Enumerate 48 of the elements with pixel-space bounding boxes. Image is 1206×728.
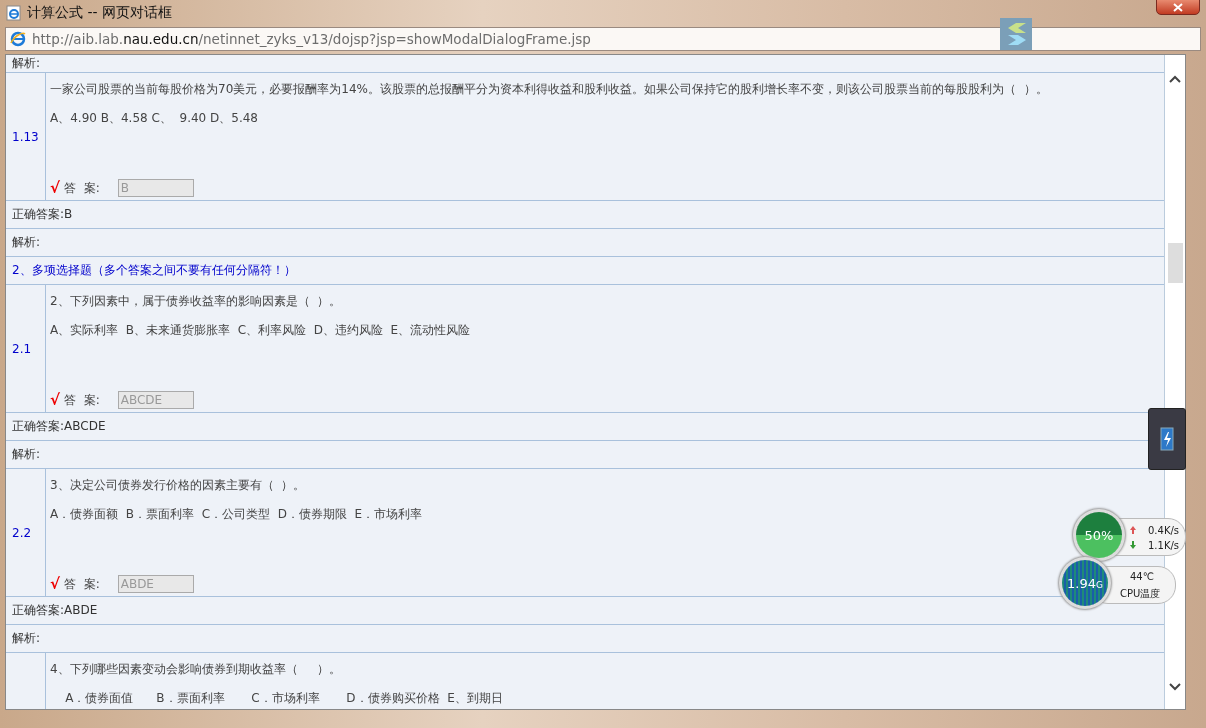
- options-text: A、4.90 B、4.58 C、 9.40 D、5.48: [50, 110, 259, 127]
- question-number: 1.13: [12, 129, 39, 144]
- question-text: 4、下列哪些因素变动会影响债券到期收益率（ ）。: [50, 661, 342, 678]
- analysis-label: 解析:: [12, 446, 41, 463]
- options-text: A、实际利率 B、未来通货膨胀率 C、利率风险 D、违约风险 E、流动性风险: [50, 322, 472, 339]
- question-text: 一家公司股票的当前每股价格为70美元，必要报酬率为14%。该股票的总报酬平分为资本利得收益和股利收益。如果公司保持它的股利增长率不变，则该公司股票当前的每股股利为（ ）。: [50, 81, 1049, 98]
- cpu-temperature: 44℃: [1130, 571, 1154, 582]
- answer-label: 答 案:: [64, 575, 100, 593]
- check-mark: √: [50, 575, 60, 593]
- close-icon: [1173, 2, 1183, 12]
- url-text: http://aib.lab.nau.edu.cn/netinnet_zyks_v13/dojsp?jsp=showModalDialogFrame.jsp: [32, 31, 591, 47]
- question-number: 2.1: [12, 341, 32, 356]
- memory-ball[interactable]: 1.94G: [1062, 560, 1108, 606]
- download-arrow-icon: [1130, 541, 1136, 549]
- memory-value: 1.94G: [1067, 575, 1103, 591]
- battery-charging-icon: [1160, 426, 1174, 452]
- options-text: A．债券面值 B．票面利率 C．市场利率 D．债券购买价格 E、到期日: [64, 690, 504, 707]
- browser-icon: [6, 5, 22, 21]
- answer-label: 答 案:: [64, 179, 100, 197]
- analysis-label: 解析:: [12, 630, 41, 647]
- correct-answer: 正确答案:ABDE: [12, 602, 98, 619]
- upload-arrow-icon: [1130, 526, 1136, 534]
- scroll-down-icon[interactable]: [1169, 683, 1181, 691]
- check-mark: √: [50, 179, 60, 197]
- address-bar[interactable]: http://aib.lab.nau.edu.cn/netinnet_zyks_v13/dojsp?jsp=showModalDialogFrame.jsp: [5, 27, 1201, 51]
- phone-battery-widget[interactable]: [1148, 408, 1186, 470]
- window-title: 计算公式 -- 网页对话框: [27, 4, 172, 22]
- analysis-label: 解析:: [12, 55, 41, 72]
- download-speed: 1.1K/s: [1148, 540, 1180, 551]
- cpu-temperature-label: CPU温度: [1120, 587, 1161, 601]
- usage-percent: 50%: [1084, 527, 1114, 543]
- correct-answer: 正确答案:ABCDE: [12, 418, 106, 435]
- section-heading: 2、多项选择题（多个答案之间不要有任何分隔符！）: [12, 262, 296, 279]
- correct-answer: 正确答案:B: [12, 206, 73, 223]
- browser-icon: [10, 31, 26, 47]
- network-usage-ball[interactable]: 50%: [1076, 512, 1122, 558]
- chevron-logo-icon: [1000, 18, 1032, 50]
- upload-speed: 0.4K/s: [1148, 525, 1180, 536]
- question-text: 3、决定公司债券发行价格的因素主要有（ ）。: [50, 477, 307, 494]
- scroll-up-icon[interactable]: [1169, 75, 1181, 83]
- question-text: 2、下列因素中，属于债券收益率的影响因素是（ ）。: [50, 293, 343, 310]
- options-text: A．债券面额 B．票面利率 C．公司类型 D．债券期限 E．市场利率: [50, 506, 424, 523]
- answer-label: 答 案:: [64, 391, 100, 409]
- scroll-thumb[interactable]: [1167, 243, 1183, 283]
- analysis-label: 解析:: [12, 234, 41, 251]
- close-button[interactable]: [1156, 0, 1200, 15]
- check-mark: √: [50, 391, 60, 409]
- question-number: 2.2: [12, 525, 32, 540]
